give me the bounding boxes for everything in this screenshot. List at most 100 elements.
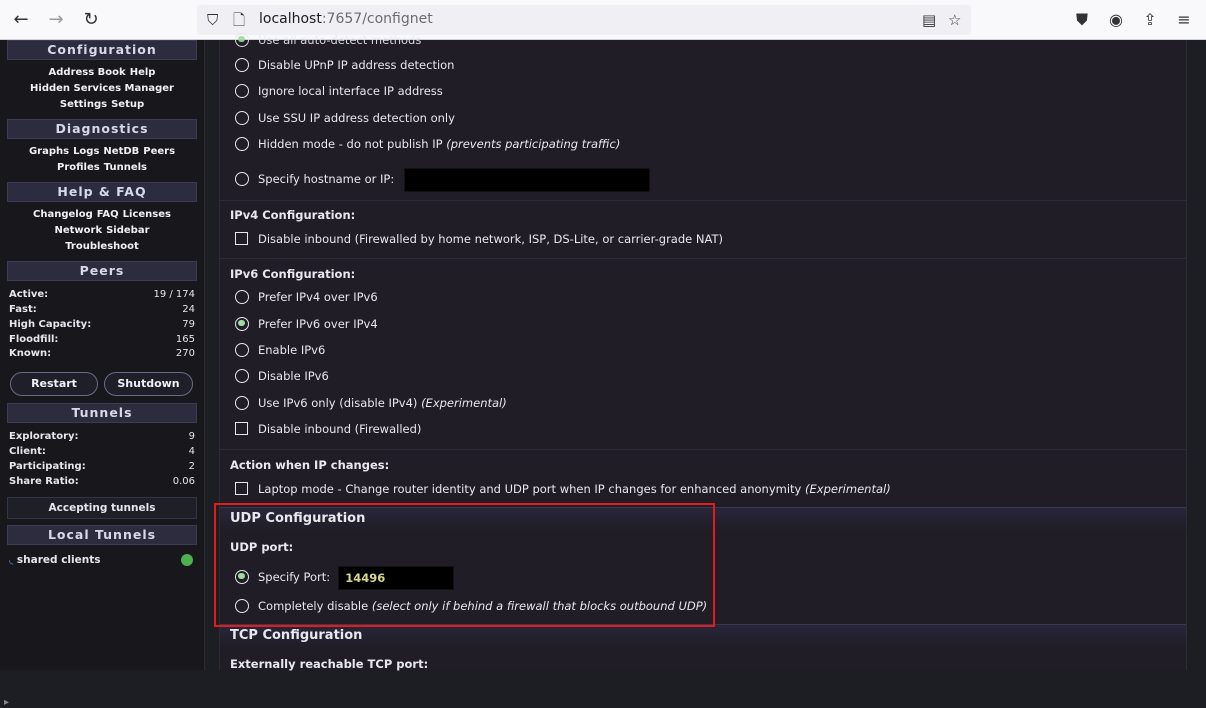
extensions-icon[interactable]: ⇪ [1139, 9, 1161, 31]
tunnel-stat-row: Exploratory: 9 [9, 431, 195, 442]
radio-disable-ipv6[interactable] [235, 368, 249, 383]
radio-prefer-ipv4[interactable] [235, 289, 249, 304]
divider [220, 200, 1186, 201]
link-hidden-services[interactable]: Hidden Services Manager [30, 83, 174, 94]
configuration-header[interactable]: Configuration [7, 40, 197, 60]
help-faq-header[interactable]: Help & FAQ [7, 182, 197, 202]
tcp-port-label: Externally reachable TCP port: [230, 657, 429, 671]
link-tunnels[interactable]: Tunnels [104, 162, 147, 173]
reload-icon[interactable]: ↻ [80, 9, 102, 31]
tunnel-stat-row: Share Ratio: 0.06 [9, 476, 195, 487]
link-licenses[interactable]: Licenses [123, 209, 171, 220]
router-sidebar: Configuration Address Book Help Hidden Se… [0, 40, 205, 708]
pocket-icon[interactable]: ⛊ [1071, 9, 1093, 31]
udp-port-label: UDP port: [230, 540, 294, 554]
peer-stat-row: Fast: 24 [9, 304, 195, 315]
hostname-input[interactable] [404, 167, 651, 192]
checkbox-ipv4-disable-inbound[interactable] [235, 232, 248, 245]
divider [220, 258, 1186, 259]
link-address-book[interactable]: Address Book [49, 67, 126, 78]
shield-icon[interactable]: ⛉ [207, 10, 218, 30]
link-changelog[interactable]: Changelog [33, 209, 93, 220]
peer-stat-row: Floodfill: 165 [9, 334, 195, 345]
link-sidebar[interactable]: Sidebar [106, 225, 149, 236]
shared-clients-label[interactable]: shared clients [17, 554, 101, 566]
link-setup[interactable]: Setup [111, 99, 144, 110]
tunnel-signal-icon: ◟ [9, 553, 14, 566]
radio-ipv6-only[interactable] [235, 395, 249, 410]
ip-change-label: Action when IP changes: [230, 458, 390, 472]
reader-icon[interactable]: ▤ [922, 10, 936, 30]
option-disable-ipv6[interactable]: Disable IPv6 [235, 366, 329, 386]
radio-enable-ipv6[interactable] [235, 342, 249, 357]
shared-clients-item[interactable]: ◟ shared clients [9, 552, 199, 570]
link-logs[interactable]: Logs [73, 146, 99, 157]
restart-button[interactable]: Restart [10, 372, 98, 396]
peer-stat-row: Known: 270 [9, 348, 195, 359]
checkbox-laptop-mode[interactable] [235, 482, 248, 495]
tunnel-stat-row: Client: 4 [9, 446, 195, 457]
diagnostics-header[interactable]: Diagnostics [7, 119, 197, 139]
account-icon[interactable]: ◉ [1105, 9, 1127, 31]
option-prefer-ipv4[interactable]: Prefer IPv4 over IPv6 [235, 287, 378, 307]
tunnel-status-indicator [181, 554, 193, 566]
option-specify-udp-port[interactable]: Specify Port: 14496 [235, 564, 455, 590]
radio-disable-udp[interactable] [235, 598, 249, 613]
help-links: Changelog FAQ Licenses Network Sidebar Trou… [7, 207, 197, 255]
forward-icon[interactable]: → [45, 9, 67, 31]
option-ipv6-only[interactable]: Use IPv6 only (disable IPv4) (Experiment… [235, 393, 507, 413]
back-icon[interactable]: ← [10, 9, 32, 31]
ipv6-config-label: IPv6 Configuration: [230, 267, 356, 281]
link-profiles[interactable]: Profiles [57, 162, 100, 173]
radio-ssu-only[interactable] [235, 110, 249, 125]
udp-config-header: UDP Configuration [220, 507, 1186, 531]
option-auto-detect[interactable]: Use all auto-detect methods [235, 30, 421, 50]
peer-stat-row: High Capacity: 79 [9, 319, 195, 330]
radio-disable-upnp[interactable] [235, 57, 249, 72]
bookmark-star-icon[interactable]: ☆ [948, 10, 961, 30]
radio-ignore-local[interactable] [235, 83, 249, 98]
configuration-links: Address Book Help Hidden Services Manager… [7, 65, 197, 113]
option-prefer-ipv6[interactable]: Prefer IPv6 over IPv4 [235, 314, 378, 334]
peers-header[interactable]: Peers [7, 261, 197, 281]
link-faq[interactable]: FAQ [97, 209, 119, 220]
page-icon: 🗋 [233, 11, 246, 29]
option-hidden-mode[interactable]: Hidden mode - do not publish IP (prevent… [235, 134, 620, 154]
option-disable-upnp[interactable]: Disable UPnP IP address detection [235, 55, 454, 75]
tunnel-stat-row: Participating: 2 [9, 461, 195, 472]
menu-icon[interactable]: ≡ [1173, 9, 1195, 31]
peer-stat-row: Active: 19 / 174 [9, 289, 195, 300]
link-graphs[interactable]: Graphs [29, 146, 69, 157]
link-settings[interactable]: Settings [60, 99, 107, 110]
radio-auto-detect[interactable] [235, 32, 249, 47]
diagnostics-links: Graphs Logs NetDB Peers Profiles Tunnels [7, 144, 197, 176]
udp-port-input[interactable]: 14496 [338, 565, 455, 590]
tunnels-header[interactable]: Tunnels [7, 403, 197, 423]
option-specify-hostname[interactable]: Specify hostname or IP: [235, 166, 651, 192]
browser-toolbar: ← → ↻ ⛉ 🗋 localhost:7657/confignet ▤ ☆ ⛊… [0, 0, 1206, 40]
option-ipv6-disable-inbound[interactable]: Disable inbound (Firewalled) [235, 419, 421, 439]
radio-specify-hostname[interactable] [235, 171, 249, 186]
tcp-config-header: TCP Configuration [220, 624, 1186, 648]
link-troubleshoot[interactable]: Troubleshoot [65, 241, 139, 252]
checkbox-ipv6-disable-inbound[interactable] [235, 422, 248, 435]
local-tunnels-header[interactable]: Local Tunnels [7, 525, 197, 545]
radio-hidden-mode[interactable] [235, 136, 249, 151]
shutdown-button[interactable]: Shutdown [104, 372, 193, 396]
option-ssu-only[interactable]: Use SSU IP address detection only [235, 108, 455, 128]
link-netdb[interactable]: NetDB [103, 146, 139, 157]
network-config-panel: Use all auto-detect methods Disable UPnP… [219, 32, 1187, 671]
radio-prefer-ipv6[interactable] [235, 316, 249, 331]
option-enable-ipv6[interactable]: Enable IPv6 [235, 340, 325, 360]
option-ignore-local[interactable]: Ignore local interface IP address [235, 81, 443, 101]
link-help[interactable]: Help [130, 67, 156, 78]
option-disable-udp[interactable]: Completely disable (select only if behin… [235, 596, 707, 616]
link-network[interactable]: Network [54, 225, 102, 236]
radio-specify-udp-port[interactable] [235, 569, 249, 584]
link-peers[interactable]: Peers [143, 146, 175, 157]
option-ipv4-disable-inbound[interactable]: Disable inbound (Firewalled by home netw… [235, 229, 723, 249]
option-laptop-mode[interactable]: Laptop mode - Change router identity and… [235, 479, 891, 499]
accepting-tunnels-status: Accepting tunnels [7, 497, 197, 519]
divider [220, 449, 1186, 450]
url-text[interactable]: localhost:7657/confignet [259, 11, 433, 27]
